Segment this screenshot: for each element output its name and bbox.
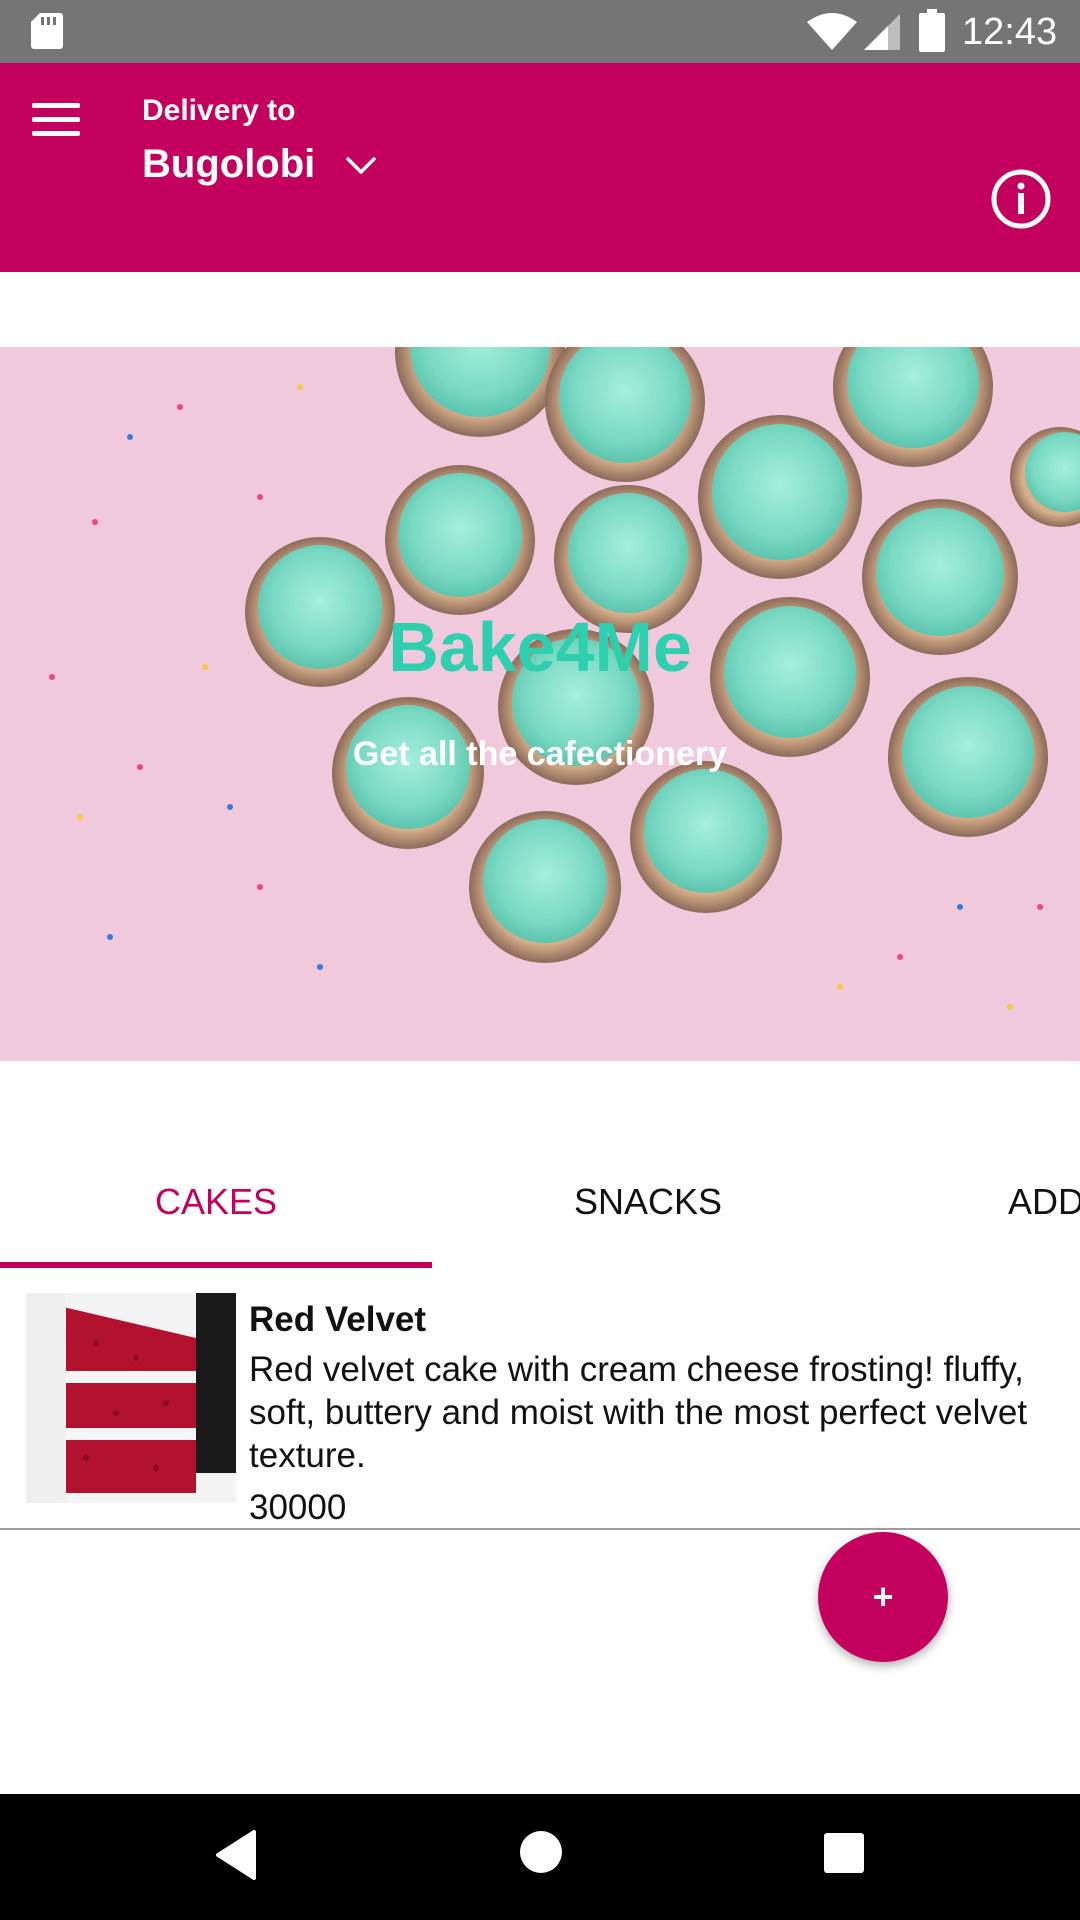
menu-icon[interactable] [30,100,82,140]
cupcakes-image [0,347,1080,1061]
product-description: Red velvet cake with cream cheese frosti… [249,1350,1028,1475]
recents-icon[interactable] [823,1832,865,1874]
wifi-icon [807,13,857,50]
tab-snacks[interactable]: SNACKS [432,1130,864,1268]
status-time: 12:43 [962,11,1058,53]
product-price: 30000 [249,1488,347,1527]
sd-card-icon [31,13,63,49]
delivery-label: Delivery to [142,94,296,127]
location-selector[interactable]: Bugolobi [142,136,377,192]
product-image [26,1293,236,1503]
hero-title: Bake4Me [388,608,692,686]
hero-banner: Bake4Me Get all the cafectionery [0,347,1080,1061]
add-button[interactable]: + [818,1532,948,1662]
status-bar: 12:43 [0,0,1080,63]
cell-signal-icon [864,14,900,50]
battery-icon [919,9,945,52]
chevron-down-icon [346,157,377,174]
back-icon[interactable] [214,1828,258,1882]
location-name: Bugolobi [142,142,316,186]
tab-cakes[interactable]: CAKES [0,1130,432,1268]
system-nav-bar [0,1794,1080,1920]
product-list-item[interactable]: Red Velvet Red velvet cake with cream ch… [0,1268,1080,1530]
app-screen: 12:43 Delivery to Bugolobi Bake4Me Get a… [0,0,1080,1920]
home-icon[interactable] [519,1830,563,1874]
hero-subtitle: Get all the cafectionery [352,735,728,773]
info-icon[interactable] [990,168,1052,230]
product-name: Red Velvet [249,1300,427,1339]
tab-add[interactable]: ADD [864,1130,1080,1268]
category-tabs: CAKES SNACKS ADD [0,1130,1080,1268]
